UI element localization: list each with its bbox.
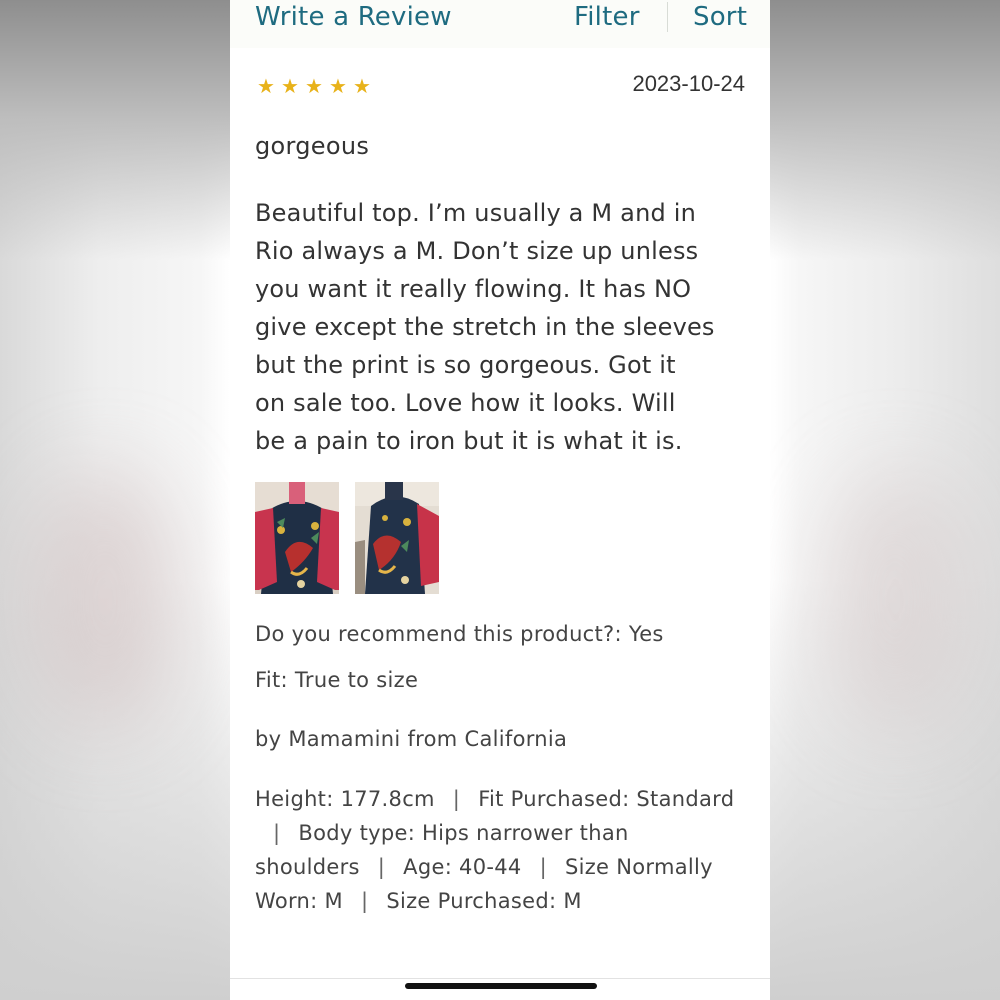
star-icon: ★	[257, 74, 275, 98]
reviewer-detail-item: Size Purchased: M	[386, 889, 582, 913]
write-review-link[interactable]: Write a Review	[255, 0, 452, 34]
background-blur-right	[820, 470, 970, 730]
review-body: Beautiful top. I’m usually a M and in Ri…	[255, 199, 715, 455]
home-indicator[interactable]	[405, 983, 597, 989]
reviewer-detail-item: Height: 177.8cm	[255, 787, 435, 811]
filter-button[interactable]: Filter	[574, 0, 640, 34]
detail-separator: |	[539, 855, 547, 879]
review-photo-2[interactable]	[355, 482, 439, 594]
fit-answer: Fit: True to size	[255, 668, 419, 692]
detail-separator: |	[360, 889, 369, 913]
review-photo-1[interactable]	[255, 482, 339, 594]
review-title: gorgeous	[255, 132, 370, 160]
reviewer-details: Height: 177.8cm | Fit Purchased: Standard |…	[255, 782, 735, 918]
review-toolbar: Write a Review Filter Sort	[230, 0, 770, 48]
star-icon: ★	[305, 74, 323, 98]
star-icon: ★	[329, 74, 347, 98]
toolbar-divider	[667, 2, 668, 32]
detail-separator: |	[452, 787, 461, 811]
review-photos	[255, 482, 439, 594]
star-icon: ★	[353, 74, 371, 98]
recommend-answer: Do you recommend this product?: Yes	[255, 622, 664, 646]
review-photo-icon	[255, 482, 339, 594]
sort-button[interactable]: Sort	[693, 0, 747, 34]
background-blur-left	[30, 470, 180, 730]
bottom-divider	[230, 978, 770, 979]
detail-separator: |	[273, 821, 281, 845]
star-icon: ★	[281, 74, 299, 98]
review-date: 2023-10-24	[632, 71, 745, 96]
detail-separator: |	[377, 855, 386, 879]
reviewer-detail-item: Fit Purchased: Standard	[478, 787, 735, 811]
phone-screen: Write a Review Filter Sort ★ ★ ★ ★ ★ 2023-10…	[230, 0, 770, 1000]
reviewer-detail-item: Age: 40-44	[403, 855, 522, 879]
star-rating: ★ ★ ★ ★ ★	[255, 73, 373, 99]
review-author: by Mamamini from California	[255, 727, 568, 751]
review-photo-icon	[355, 482, 439, 594]
